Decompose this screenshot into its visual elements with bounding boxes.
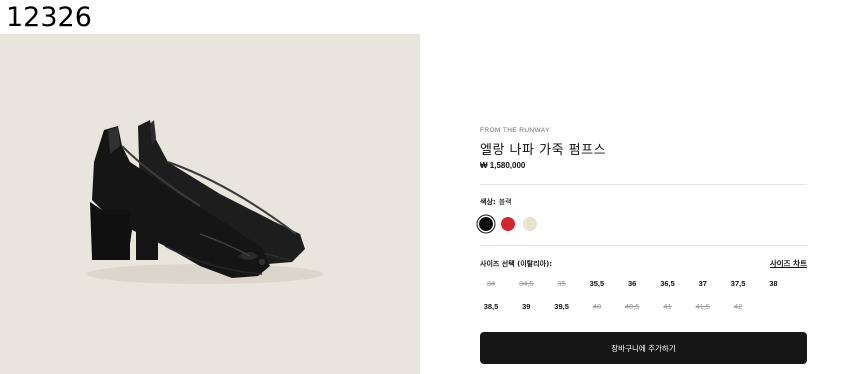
- color-swatches: [479, 217, 537, 231]
- size-option[interactable]: 37,5: [723, 277, 753, 291]
- add-to-cart-button[interactable]: 장바구니에 추가하기: [480, 332, 807, 364]
- collection-label: FROM THE RUNWAY: [480, 127, 550, 134]
- color-swatch-black[interactable]: [479, 217, 493, 231]
- size-option: 40: [592, 302, 602, 311]
- product-image[interactable]: [0, 34, 420, 374]
- size-option[interactable]: 36: [617, 277, 647, 291]
- color-label: 색상: 블랙: [480, 197, 512, 207]
- front-shoe: [90, 126, 270, 278]
- size-option[interactable]: 35,5: [582, 277, 612, 291]
- size-select-label: 사이즈 선택 (이탈리아):: [480, 260, 553, 268]
- page-id-label: 12326: [6, 2, 92, 33]
- selected-color: 블랙: [498, 198, 512, 206]
- size-option: 34,5: [518, 279, 534, 288]
- color-label-text: 색상:: [480, 198, 496, 206]
- size-option[interactable]: 36,5: [653, 277, 683, 291]
- size-option: 42: [733, 302, 743, 311]
- divider: [480, 245, 807, 246]
- color-swatch-cream[interactable]: [523, 217, 537, 231]
- size-option[interactable]: 39: [511, 300, 541, 314]
- divider: [480, 184, 807, 185]
- size-option: 41,5: [695, 302, 711, 311]
- size-option: 41: [663, 302, 672, 311]
- size-chart-link[interactable]: 사이즈 차트: [770, 258, 807, 269]
- product-title: 엘랑 나파 가죽 펌프스: [480, 143, 607, 158]
- size-option: 34: [486, 279, 496, 288]
- size-option[interactable]: 39,5: [547, 300, 577, 314]
- pumps-illustration: [87, 120, 323, 284]
- product-price: ₩ 1,580,000: [480, 161, 526, 170]
- size-option: 40,5: [624, 302, 640, 311]
- page-root: 12326 FROM THE RUNWAY 엘랑 나파 가죽 펌프스 ₩ 1,5…: [0, 0, 860, 374]
- size-option: 35: [557, 279, 566, 288]
- color-swatch-red[interactable]: [501, 217, 515, 231]
- size-option[interactable]: 37: [688, 277, 718, 291]
- size-option[interactable]: 38,5: [476, 300, 506, 314]
- size-option[interactable]: 38: [758, 277, 788, 291]
